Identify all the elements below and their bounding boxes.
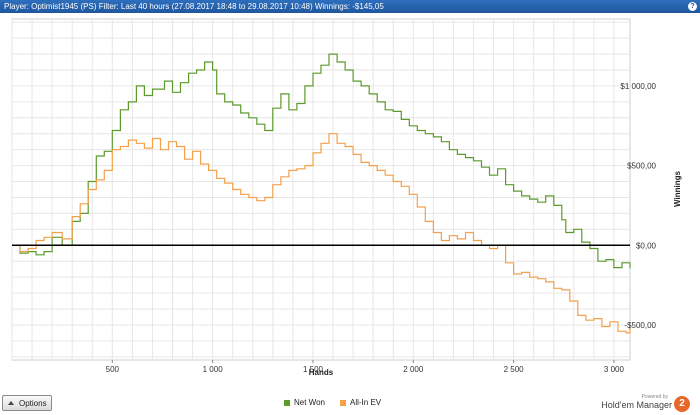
y-tick-label: $1 000,00 — [620, 82, 656, 91]
expand-up-icon — [8, 401, 14, 405]
options-label: Options — [19, 399, 47, 408]
bottom-bar: Options Net Won All-In EV Powered by Hol… — [0, 393, 700, 415]
y-axis-label: Winnings — [673, 170, 682, 206]
x-tick-label: 1 000 — [203, 365, 224, 374]
powered-by: Powered by Hold'em Manager 2 — [590, 393, 698, 415]
legend-swatch-all-in-ev — [340, 400, 346, 406]
legend-label-net-won: Net Won — [294, 398, 325, 407]
y-tick-label: $0,00 — [636, 241, 657, 250]
x-tick-label: 500 — [106, 365, 120, 374]
help-icon[interactable]: ? — [688, 2, 697, 11]
brand-name: Hold'em Manager — [601, 400, 672, 410]
graph-area: 500 1 000 1 500 2 000 2 500 3 000 -$500,00 $0,… — [0, 13, 700, 393]
y-tick-label: -$500,00 — [624, 321, 656, 330]
title-bar: Player: Optimist1945 (PS) Filter: Last 4… — [0, 0, 700, 13]
filter-summary: Player: Optimist1945 (PS) Filter: Last 4… — [4, 2, 384, 11]
y-tick-label: $500,00 — [627, 162, 656, 171]
legend-swatch-net-won — [284, 400, 290, 406]
legend-label-all-in-ev: All-In EV — [350, 398, 382, 407]
x-axis-label: Hands — [309, 368, 334, 377]
options-button[interactable]: Options — [2, 395, 52, 411]
x-tick-label: 2 500 — [504, 365, 525, 374]
winnings-chart: 500 1 000 1 500 2 000 2 500 3 000 -$500,00$0,… — [11, 18, 682, 377]
x-tick-label: 3 000 — [604, 365, 625, 374]
brand-logo-icon: 2 — [674, 396, 690, 412]
x-axis-ticks: 500 1 000 1 500 2 000 2 500 3 000 — [106, 360, 625, 374]
x-tick-label: 2 000 — [403, 365, 424, 374]
